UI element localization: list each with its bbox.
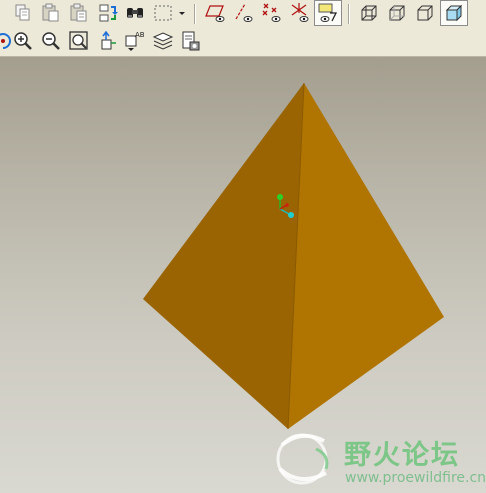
- forum-logo: [276, 433, 329, 485]
- no-hidden-icon[interactable]: [414, 2, 436, 24]
- reorient-icon[interactable]: [96, 30, 118, 52]
- toolbar-separator: [348, 4, 350, 24]
- tetrahedron-right-face[interactable]: [288, 83, 444, 429]
- wireframe-icon[interactable]: [358, 2, 380, 24]
- zoom-out-icon[interactable]: [40, 30, 62, 52]
- hidden-line-icon[interactable]: [386, 2, 408, 24]
- datum-axes-display-icon[interactable]: [233, 2, 255, 24]
- coordinate-systems-display-icon[interactable]: [289, 2, 311, 24]
- paste-special-icon[interactable]: [68, 2, 90, 24]
- paste-icon[interactable]: [40, 2, 62, 24]
- tetrahedron-left-face[interactable]: [143, 83, 304, 429]
- model-display-icon[interactable]: [180, 30, 202, 52]
- shading-icon[interactable]: [440, 0, 468, 26]
- find-binoculars-icon[interactable]: [124, 2, 146, 24]
- refit-icon[interactable]: [68, 30, 90, 52]
- zoom-in-icon[interactable]: [12, 30, 34, 52]
- graphics-viewport[interactable]: 野火论坛 www.proewildfire.cn: [0, 57, 486, 493]
- toolbar-separator: [194, 4, 196, 24]
- copy-icon[interactable]: [12, 2, 34, 24]
- datum-points-display-icon[interactable]: [261, 2, 283, 24]
- regenerate-icon[interactable]: [96, 2, 118, 24]
- datum-planes-display-icon[interactable]: [205, 2, 227, 24]
- selection-box-icon[interactable]: [152, 2, 174, 24]
- annotation-display-icon[interactable]: [314, 0, 342, 26]
- layers-icon[interactable]: [152, 30, 174, 52]
- watermark-url: www.proewildfire.cn: [345, 470, 486, 486]
- watermark-title: 野火论坛: [344, 440, 460, 471]
- dropdown-arrow-icon[interactable]: [176, 2, 188, 24]
- forum-watermark: 野火论坛 www.proewildfire.cn: [272, 425, 486, 493]
- toolbar-area: AB: [0, 0, 486, 57]
- saved-views-label: AB: [135, 31, 145, 39]
- toolbar-row-bottom: AB: [0, 28, 486, 56]
- saved-views-icon[interactable]: AB: [124, 30, 146, 52]
- toolbar-row-top: [0, 0, 486, 28]
